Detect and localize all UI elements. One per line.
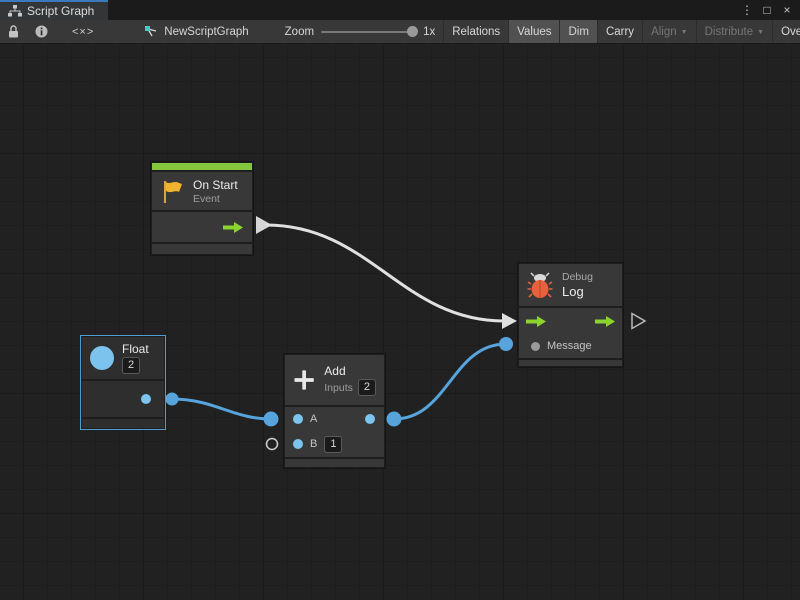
flow-output-port[interactable]	[595, 315, 615, 328]
zoom-control: Zoom 1x	[285, 26, 436, 38]
node-title: Add	[324, 364, 376, 378]
node-footer	[519, 360, 622, 366]
close-icon[interactable]: ×	[780, 3, 794, 17]
flow-input-port[interactable]	[526, 315, 546, 328]
input-port-b[interactable]	[293, 439, 303, 449]
info-button[interactable]	[27, 20, 56, 44]
node-on-start[interactable]: On Start Event	[150, 161, 254, 256]
carry-button[interactable]: Carry	[597, 20, 642, 44]
node-category: Debug	[562, 271, 593, 283]
zoom-slider[interactable]	[321, 31, 416, 33]
align-dropdown[interactable]: Align▼	[642, 20, 696, 44]
code-view-button[interactable]: <×>	[56, 20, 110, 44]
graph-canvas[interactable]: On Start Event Debug Log	[0, 45, 800, 600]
zoom-value: 1x	[423, 26, 435, 38]
bug-icon	[527, 272, 553, 299]
node-footer	[152, 244, 252, 254]
zoom-label: Zoom	[285, 26, 314, 38]
graph-hierarchy-icon	[8, 5, 22, 17]
node-ports: Message	[519, 308, 622, 358]
wire-onstart-to-log[interactable]	[266, 225, 504, 321]
node-header: Add Inputs 2	[285, 355, 384, 405]
window-controls: ⋮ □ ×	[740, 0, 800, 20]
chevron-down-icon: ▼	[757, 29, 764, 36]
input-port-a[interactable]	[293, 414, 303, 424]
wire-dest-arrow	[502, 313, 517, 329]
inputs-label: Inputs	[324, 382, 353, 394]
values-button[interactable]: Values	[508, 20, 559, 44]
node-header: Float 2	[82, 337, 164, 379]
tab-bar: Script Graph ⋮ □ ×	[0, 0, 800, 20]
port-b-value-input[interactable]: 1	[324, 436, 342, 453]
sum-output-port[interactable]	[365, 414, 375, 424]
wire-layer	[0, 45, 800, 600]
wire-float-to-add-a[interactable]	[172, 399, 271, 419]
node-add[interactable]: Add Inputs 2 A B 1	[283, 353, 386, 469]
unconnected-flow-indicator[interactable]	[632, 314, 645, 329]
float-output-port[interactable]	[141, 394, 151, 404]
relations-button[interactable]: Relations	[443, 20, 508, 44]
port-label: A	[310, 413, 317, 425]
dim-button[interactable]: Dim	[559, 20, 596, 44]
maximize-icon[interactable]: □	[760, 3, 774, 17]
node-title: Float	[122, 342, 149, 356]
float-value-input[interactable]: 2	[122, 357, 140, 374]
port-label: Message	[547, 340, 592, 352]
node-title: On Start	[193, 178, 238, 192]
lock-button[interactable]	[0, 20, 27, 44]
wire-endpoint[interactable]	[499, 337, 513, 351]
graph-name: NewScriptGraph	[164, 26, 248, 38]
script-graph-icon	[144, 25, 159, 38]
node-ports	[152, 212, 252, 242]
node-float[interactable]: Float 2	[80, 335, 166, 430]
inputs-count-input[interactable]: 2	[358, 379, 376, 396]
unconnected-port-indicator[interactable]	[267, 439, 278, 450]
node-footer	[285, 459, 384, 467]
zoom-slider-handle[interactable]	[407, 26, 418, 37]
plus-icon	[293, 365, 315, 395]
window-menu-icon[interactable]: ⋮	[740, 3, 754, 17]
message-input-port[interactable]	[531, 342, 540, 351]
node-subtitle: Event	[193, 193, 238, 205]
node-footer	[82, 419, 164, 428]
node-ports	[82, 381, 164, 417]
node-ports: A B 1	[285, 407, 384, 457]
tab-title: Script Graph	[27, 4, 94, 18]
info-icon	[35, 25, 48, 38]
toolbar-toggle-group: Relations Values Dim Carry Align▼ Distri…	[443, 20, 800, 44]
node-debug-log[interactable]: Debug Log Message	[517, 262, 624, 368]
wire-endpoint[interactable]	[264, 412, 279, 427]
node-header: Debug Log	[519, 264, 622, 306]
event-accent-bar	[152, 163, 252, 170]
distribute-dropdown[interactable]: Distribute▼	[696, 20, 773, 44]
flow-output-port[interactable]	[223, 221, 243, 234]
lock-icon	[8, 25, 19, 38]
overview-button[interactable]: Overview	[772, 20, 800, 44]
node-title: Log	[562, 284, 593, 299]
node-header: On Start Event	[152, 172, 252, 210]
graph-toolbar: <×> NewScriptGraph Zoom 1x Relations Val…	[0, 20, 800, 44]
chevron-down-icon: ▼	[681, 29, 688, 36]
port-label: B	[310, 438, 317, 450]
float-type-icon	[90, 346, 114, 370]
graph-breadcrumb[interactable]: NewScriptGraph	[144, 25, 248, 38]
flag-icon	[160, 179, 184, 204]
wire-add-to-message[interactable]	[394, 344, 506, 419]
tab-script-graph[interactable]: Script Graph	[0, 0, 108, 20]
